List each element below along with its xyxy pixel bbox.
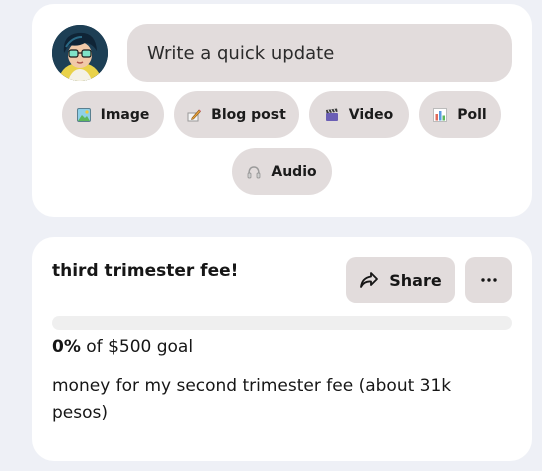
image-icon xyxy=(76,107,91,122)
ellipsis-icon xyxy=(480,278,497,282)
clapperboard-icon xyxy=(325,108,339,122)
blog-post-label: Blog post xyxy=(211,106,286,123)
share-label: Share xyxy=(389,270,442,290)
goal-percent: 0% xyxy=(52,337,81,357)
goal-description: money for my second trimester fee (about… xyxy=(52,376,452,423)
video-post-button[interactable]: Video xyxy=(309,91,409,138)
share-button[interactable]: Share xyxy=(346,257,455,303)
blog-post-button[interactable]: Blog post xyxy=(174,91,299,138)
audio-post-button[interactable]: Audio xyxy=(232,148,332,195)
poll-post-label: Poll xyxy=(457,106,487,123)
more-options-button[interactable] xyxy=(465,257,512,303)
bar-chart-icon xyxy=(433,107,448,122)
image-post-button[interactable]: Image xyxy=(62,91,164,138)
avatar[interactable] xyxy=(52,25,108,81)
avatar-illustration-icon xyxy=(52,25,108,81)
image-post-label: Image xyxy=(100,106,150,123)
audio-post-label: Audio xyxy=(271,163,317,180)
share-arrow-icon xyxy=(360,272,379,288)
goal-progress-bar xyxy=(52,316,512,330)
goal-target: of $500 goal xyxy=(86,337,194,357)
goal-title: third trimester fee! xyxy=(52,261,239,281)
poll-post-button[interactable]: Poll xyxy=(419,91,501,138)
goal-amount-text: 0% of $500 goal xyxy=(52,337,193,357)
pencil-icon xyxy=(187,108,202,122)
video-post-label: Video xyxy=(348,106,394,123)
headphones-icon xyxy=(247,165,261,179)
quick-update-input[interactable] xyxy=(127,24,512,82)
